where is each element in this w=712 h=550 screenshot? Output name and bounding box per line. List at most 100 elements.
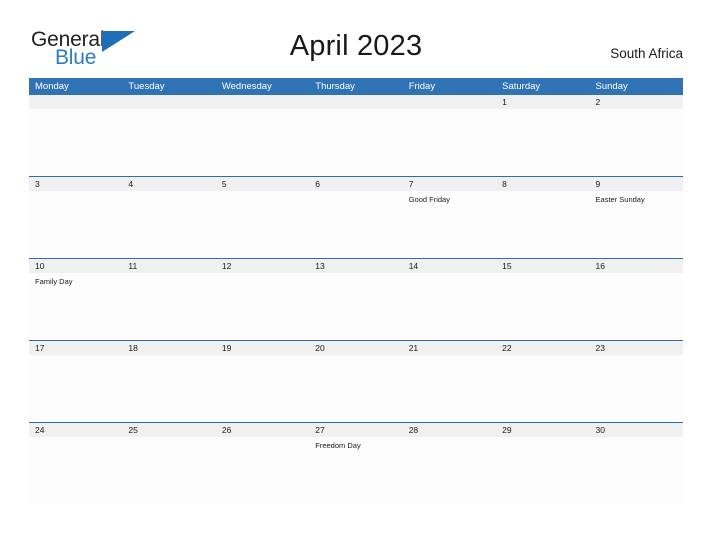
week-event-band: Good Friday Easter Sunday — [29, 191, 683, 258]
week-event-band — [29, 355, 683, 422]
day-number[interactable]: 30 — [590, 423, 683, 437]
weekday-header-friday: Friday — [408, 81, 436, 92]
day-cell[interactable] — [122, 109, 215, 176]
weekday-header-sunday: Sunday — [595, 81, 628, 92]
day-cell[interactable] — [122, 273, 215, 340]
day-number[interactable] — [403, 95, 496, 109]
day-number[interactable]: 4 — [122, 177, 215, 191]
day-cell[interactable] — [216, 437, 309, 504]
day-cell[interactable] — [216, 273, 309, 340]
week-date-band: 17 18 19 20 21 22 23 — [29, 341, 683, 355]
week-event-band: Freedom Day — [29, 437, 683, 504]
day-cell[interactable] — [403, 273, 496, 340]
day-number[interactable]: 25 — [122, 423, 215, 437]
day-cell[interactable] — [496, 273, 589, 340]
day-number[interactable]: 10 — [29, 259, 122, 273]
day-number[interactable] — [309, 95, 402, 109]
event-label: Freedom Day — [315, 441, 361, 450]
week-event-band: Family Day — [29, 273, 683, 340]
day-cell[interactable] — [590, 355, 683, 422]
day-number[interactable]: 29 — [496, 423, 589, 437]
day-cell[interactable] — [496, 437, 589, 504]
day-cell[interactable] — [216, 109, 309, 176]
day-cell[interactable] — [496, 191, 589, 258]
day-number[interactable]: 1 — [496, 95, 589, 109]
day-cell[interactable] — [590, 273, 683, 340]
day-number[interactable]: 23 — [590, 341, 683, 355]
weekday-header-wednesday: Wednesday — [221, 81, 272, 92]
day-number[interactable]: 21 — [403, 341, 496, 355]
day-number[interactable]: 16 — [590, 259, 683, 273]
calendar-week-row: 10 11 12 13 14 15 16 Family Day — [29, 258, 683, 340]
page-header: General Blue April 2023 South Africa — [0, 0, 712, 76]
day-cell[interactable] — [496, 355, 589, 422]
day-cell[interactable] — [309, 191, 402, 258]
day-cell[interactable] — [403, 355, 496, 422]
day-number[interactable]: 7 — [403, 177, 496, 191]
day-number[interactable]: 26 — [216, 423, 309, 437]
day-cell[interactable] — [309, 273, 402, 340]
day-number[interactable]: 5 — [216, 177, 309, 191]
day-cell[interactable]: Family Day — [29, 273, 122, 340]
day-number[interactable]: 11 — [122, 259, 215, 273]
day-cell[interactable] — [122, 191, 215, 258]
event-label: Family Day — [35, 277, 73, 286]
day-number[interactable]: 27 — [309, 423, 402, 437]
weekday-header-tuesday: Tuesday — [128, 81, 165, 92]
day-cell[interactable] — [590, 437, 683, 504]
day-cell[interactable] — [29, 355, 122, 422]
day-cell[interactable]: Easter Sunday — [590, 191, 683, 258]
day-cell[interactable] — [590, 109, 683, 176]
day-number[interactable]: 13 — [309, 259, 402, 273]
day-cell[interactable] — [29, 191, 122, 258]
day-number[interactable]: 18 — [122, 341, 215, 355]
day-number[interactable]: 17 — [29, 341, 122, 355]
calendar-week-row: 24 25 26 27 28 29 30 Freedom Day — [29, 422, 683, 504]
day-cell[interactable] — [216, 355, 309, 422]
weekday-header-monday: Monday — [35, 81, 69, 92]
day-cell[interactable]: Good Friday — [403, 191, 496, 258]
day-cell[interactable] — [29, 437, 122, 504]
day-number[interactable]: 14 — [403, 259, 496, 273]
day-cell[interactable] — [122, 355, 215, 422]
week-date-band: 24 25 26 27 28 29 30 — [29, 423, 683, 437]
day-number[interactable] — [29, 95, 122, 109]
day-number[interactable]: 28 — [403, 423, 496, 437]
day-cell[interactable] — [216, 191, 309, 258]
page-title: April 2023 — [289, 30, 423, 62]
day-number[interactable]: 6 — [309, 177, 402, 191]
weekday-header-thursday: Thursday — [315, 81, 355, 92]
day-cell[interactable] — [403, 109, 496, 176]
day-cell[interactable] — [29, 109, 122, 176]
weekday-header-saturday: Saturday — [502, 81, 541, 92]
week-date-band: 1 2 — [29, 95, 683, 109]
day-number[interactable]: 15 — [496, 259, 589, 273]
day-cell[interactable] — [403, 437, 496, 504]
day-cell[interactable] — [309, 109, 402, 176]
day-number[interactable]: 3 — [29, 177, 122, 191]
day-number[interactable]: 24 — [29, 423, 122, 437]
day-number[interactable]: 9 — [590, 177, 683, 191]
day-number[interactable]: 8 — [496, 177, 589, 191]
day-number[interactable] — [216, 95, 309, 109]
day-number[interactable]: 2 — [590, 95, 683, 109]
calendar-week-row: 17 18 19 20 21 22 23 — [29, 340, 683, 422]
day-number[interactable] — [122, 95, 215, 109]
calendar-week-row: 3 4 5 6 7 8 9 Good Friday Easter Sunday — [29, 176, 683, 258]
week-event-band — [29, 109, 683, 176]
event-label: Easter Sunday — [595, 195, 645, 204]
calendar-grid: Monday Tuesday Wednesday Thursday Friday… — [29, 78, 683, 504]
event-label: Good Friday — [408, 195, 450, 204]
day-number[interactable]: 19 — [216, 341, 309, 355]
weekday-header-row: Monday Tuesday Wednesday Thursday Friday… — [29, 78, 683, 95]
day-cell[interactable] — [122, 437, 215, 504]
day-number[interactable]: 20 — [309, 341, 402, 355]
day-cell[interactable]: Freedom Day — [309, 437, 402, 504]
week-date-band: 10 11 12 13 14 15 16 — [29, 259, 683, 273]
day-cell[interactable] — [496, 109, 589, 176]
day-number[interactable]: 12 — [216, 259, 309, 273]
day-number[interactable]: 22 — [496, 341, 589, 355]
country-label: South Africa — [610, 46, 683, 61]
week-date-band: 3 4 5 6 7 8 9 — [29, 177, 683, 191]
day-cell[interactable] — [309, 355, 402, 422]
